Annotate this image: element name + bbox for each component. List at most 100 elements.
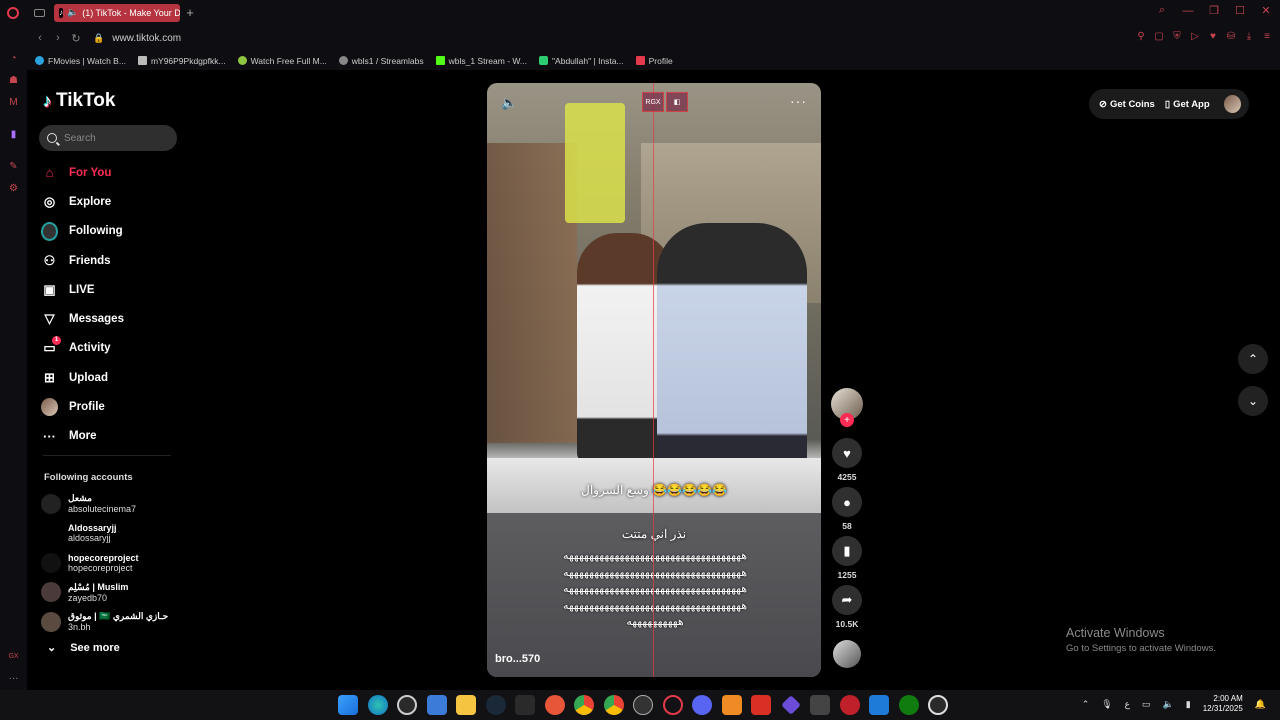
settings-gear-icon[interactable] <box>397 695 417 715</box>
bookmark-item[interactable]: Watch Free Full M... <box>237 56 327 66</box>
share-button[interactable]: ➦ <box>832 585 862 615</box>
microphone-icon[interactable]: 🎙 <box>1101 699 1112 710</box>
follow-plus-icon[interactable]: + <box>840 413 854 427</box>
adblock-icon[interactable]: ⛨ <box>1172 31 1182 42</box>
video-options-icon[interactable]: ··· <box>790 93 807 109</box>
video-popout-icon[interactable]: ◧ <box>666 92 688 112</box>
chrome-icon[interactable] <box>574 695 594 715</box>
app-orange-icon[interactable] <box>721 695 742 715</box>
gx-control-icon[interactable]: ◔ <box>7 52 20 65</box>
reload-button[interactable]: ↻ <box>67 32 85 45</box>
following-account[interactable]: hopecoreproject hopecoreproject <box>41 548 181 578</box>
nav-following[interactable]: Following <box>41 217 181 246</box>
steam-icon[interactable] <box>485 695 506 715</box>
following-account[interactable]: مشعل absolutecinema7 <box>41 489 181 519</box>
bookmark-item[interactable]: wbls_1 Stream - W... <box>435 56 527 66</box>
nav-profile[interactable]: Profile <box>41 392 181 421</box>
language-indicator[interactable]: ع <box>1125 699 1130 710</box>
notification-bell-icon[interactable]: 🔔 <box>1255 699 1266 710</box>
tiktok-logo[interactable]: ♪ TikTok <box>43 90 115 112</box>
nav-friends[interactable]: ⚇ Friends <box>41 246 181 275</box>
url-field[interactable]: www.tiktok.com <box>112 33 181 44</box>
save-button[interactable]: ▮ <box>832 536 862 566</box>
nav-explore[interactable]: ◎ Explore <box>41 187 181 216</box>
obs-icon[interactable] <box>633 695 653 715</box>
network-icon[interactable]: ▭ <box>1142 699 1151 710</box>
tab-switcher-icon[interactable] <box>26 0 52 25</box>
get-app-button[interactable]: ▯ Get App <box>1165 99 1210 110</box>
next-video-button[interactable]: ⌄ <box>1238 386 1268 416</box>
get-coins-button[interactable]: ⊘ Get Coins <box>1099 99 1155 110</box>
app-icon[interactable] <box>544 695 565 715</box>
previous-video-button[interactable]: ⌃ <box>1238 344 1268 374</box>
snapshot-icon[interactable]: ❐ <box>1206 4 1222 17</box>
video-author[interactable]: bro...570 <box>495 653 540 665</box>
chrome-alt-icon[interactable] <box>603 695 624 715</box>
bookmark-item[interactable]: "Abdullah" | Insta... <box>539 56 624 66</box>
back-button[interactable]: ‹ <box>31 32 49 44</box>
rail-more-icon[interactable]: ··· <box>7 672 20 685</box>
following-account[interactable]: مُسْلِم | Muslim zayedb70 <box>41 578 181 608</box>
battery-icon[interactable]: ▮ <box>1186 699 1191 710</box>
menu-icon[interactable]: ≡ <box>1262 31 1272 42</box>
app-diamond-icon[interactable] <box>780 695 801 715</box>
opera-gx-logo-icon[interactable] <box>0 0 26 25</box>
opera-gx-taskbar-icon[interactable] <box>662 695 683 715</box>
search-input[interactable] <box>64 132 164 144</box>
volume-icon[interactable]: 🔈 <box>501 95 517 111</box>
rgx-button[interactable]: RGX <box>642 92 664 112</box>
taskbar-clock[interactable]: 2:00 AM 12/31/2025 <box>1203 694 1243 714</box>
windows-start-icon[interactable] <box>338 695 358 715</box>
discord-icon[interactable] <box>692 695 712 715</box>
lock-icon[interactable]: 🔒 <box>93 33 104 44</box>
bookmark-item[interactable]: Profile <box>635 56 673 66</box>
like-button[interactable]: ♥ <box>832 438 862 468</box>
volume-tray-icon[interactable]: 🔈 <box>1163 699 1174 710</box>
snapshot-tool-icon[interactable]: ▢ <box>1154 31 1164 42</box>
nav-activity[interactable]: ▭ 1 Activity <box>41 334 181 363</box>
search-box[interactable] <box>39 125 177 151</box>
app-red-circle-icon[interactable] <box>839 695 860 715</box>
settings-icon[interactable]: ⚙ <box>7 182 20 195</box>
vpn-icon[interactable]: ⛁ <box>1226 31 1236 42</box>
music-disc-icon[interactable] <box>833 640 861 668</box>
minimize-button[interactable]: — <box>1180 5 1196 17</box>
bookmark-item[interactable]: mY96P9Pkdgpfkk... <box>137 56 226 66</box>
comment-button[interactable]: ● <box>832 487 862 517</box>
tray-overflow-icon[interactable]: ⌃ <box>1082 699 1090 710</box>
store-icon[interactable] <box>426 695 447 715</box>
tab-audio-icon[interactable]: 🔈 <box>67 7 78 18</box>
maximize-button[interactable]: ☐ <box>1232 4 1248 17</box>
close-window-button[interactable]: ✕ <box>1258 4 1274 17</box>
gx-corner-icon[interactable]: GX <box>7 650 20 663</box>
file-explorer-icon[interactable] <box>456 695 476 715</box>
edge-icon[interactable] <box>367 695 388 715</box>
app-red-icon[interactable] <box>751 695 771 715</box>
downloads-icon[interactable]: ⤓ <box>1244 31 1254 42</box>
app-tool-icon[interactable] <box>810 695 830 715</box>
pinboard-icon[interactable]: ✎ <box>7 160 20 173</box>
nav-live[interactable]: ▣ LIVE <box>41 275 181 304</box>
bookmark-heart-icon[interactable]: ♥ <box>1208 31 1218 42</box>
search-tabs-icon[interactable]: ⌕ <box>1154 4 1170 17</box>
user-avatar[interactable] <box>1223 95 1241 113</box>
new-tab-button[interactable]: + <box>180 5 200 20</box>
video-player[interactable]: وسع السروال 😂😂😂😂😂 نذر اني متتت ههههههههه… <box>487 83 821 677</box>
twitch-icon[interactable]: ▮ <box>7 128 20 141</box>
pin-icon[interactable]: ⚲ <box>1136 31 1146 42</box>
forward-button[interactable]: › <box>49 32 67 44</box>
nav-for-you[interactable]: ⌂ For You <box>41 158 181 187</box>
messenger-icon[interactable]: M <box>7 96 20 109</box>
nav-more[interactable]: ··· More <box>41 422 181 451</box>
following-account[interactable]: موثوق | 🇸🇦 حـازي الشمري 3n.bh <box>41 607 181 637</box>
bookmark-item[interactable]: wbls1 / Streamlabs <box>338 56 424 66</box>
nav-upload[interactable]: ⊞ Upload <box>41 363 181 392</box>
creator-avatar[interactable]: + <box>831 388 863 427</box>
see-more-button[interactable]: ⌄ See more <box>47 641 120 655</box>
following-account[interactable]: Aldossaryjj aldossaryjj <box>41 519 181 549</box>
xbox-icon[interactable] <box>898 695 919 715</box>
gx-cleaner-icon[interactable]: ☗ <box>7 74 20 87</box>
nav-messages[interactable]: ▽ Messages <box>41 304 181 333</box>
player-icon[interactable]: ▷ <box>1190 31 1200 42</box>
epic-games-icon[interactable] <box>515 695 535 715</box>
